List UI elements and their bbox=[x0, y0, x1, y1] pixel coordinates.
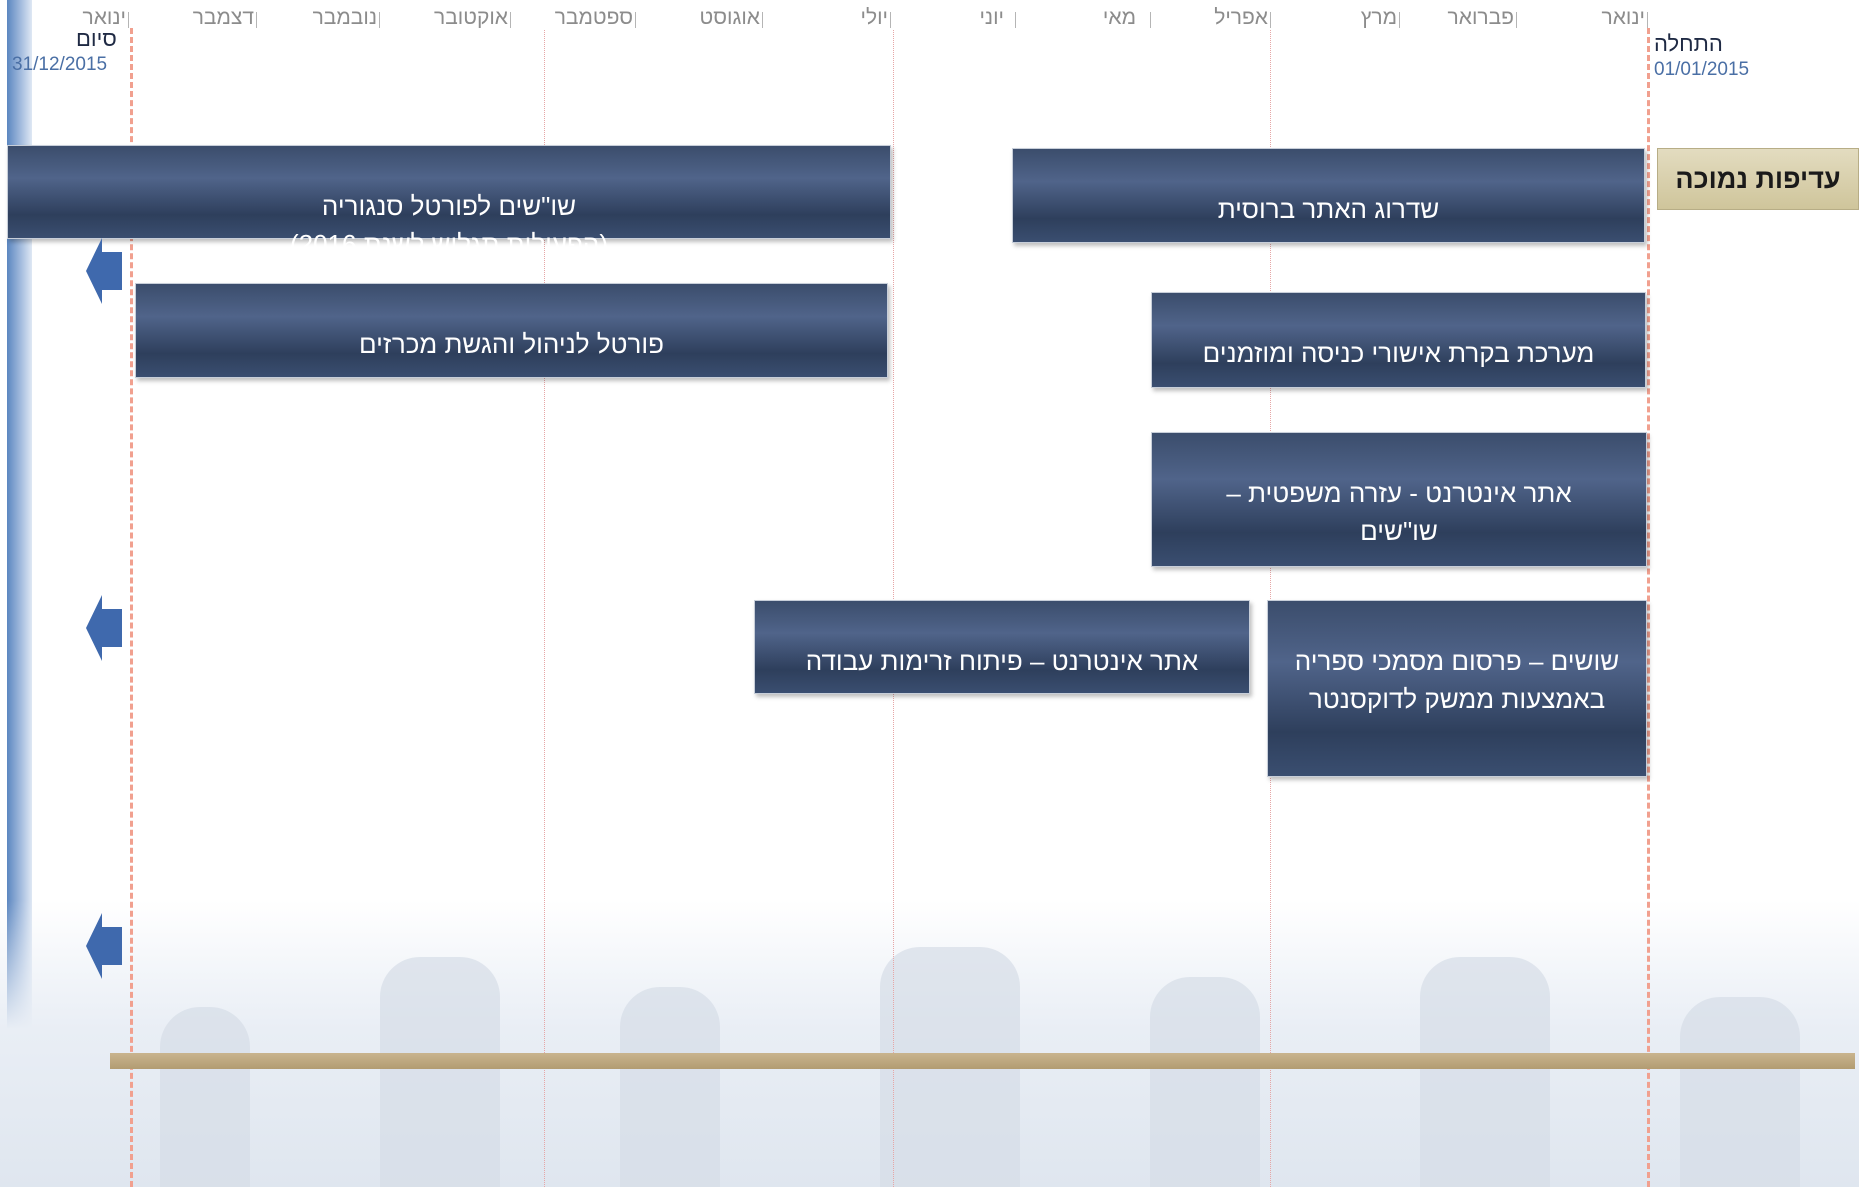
month-label: אוגוסט bbox=[699, 6, 760, 29]
left-arrow-icon bbox=[86, 913, 122, 979]
month-label: ינואר bbox=[1601, 6, 1646, 29]
task-bar[interactable]: שושים – פרסום מסמכי ספריה באמצעות ממשק ל… bbox=[1267, 600, 1647, 777]
month-label: יוני bbox=[979, 6, 1004, 29]
task-bar[interactable]: מערכת בקרת אישורי כניסה ומוזמנים bbox=[1151, 292, 1646, 388]
month-label: יולי bbox=[860, 6, 889, 29]
left-arrow-icon bbox=[86, 238, 122, 304]
month-label: ספטמבר bbox=[554, 6, 633, 29]
month-label: מרץ bbox=[1360, 6, 1397, 29]
task-bar[interactable]: אתר אינטרנט - עזרה משפטית – שו"שים bbox=[1151, 432, 1647, 567]
start-marker-line bbox=[1647, 28, 1650, 1187]
task-label: שושים – פרסום מסמכי ספריה באמצעות ממשק ל… bbox=[1294, 646, 1620, 714]
roadmap-canvas: ינואר דצמבר נובמבר אוקטובר ספטמבר אוגוסט… bbox=[0, 0, 1859, 1187]
task-label: אתר אינטרנט – פיתוח זרימות עבודה bbox=[805, 646, 1199, 676]
task-bar[interactable]: פורטל לניהול והגשת מכרזים bbox=[135, 283, 888, 378]
month-label: אפריל bbox=[1214, 6, 1268, 29]
task-label: פורטל לניהול והגשת מכרזים bbox=[359, 329, 664, 359]
month-label: מאי bbox=[1102, 6, 1136, 29]
task-label: שדרוג האתר ברוסית bbox=[1217, 194, 1440, 224]
month-label: דצמבר bbox=[192, 6, 254, 29]
task-bar[interactable]: שדרוג האתר ברוסית bbox=[1012, 148, 1645, 243]
month-label: נובמבר bbox=[312, 6, 377, 29]
month-label: אוקטובר bbox=[434, 6, 508, 29]
background-crowd bbox=[0, 900, 1859, 1187]
priority-badge: עדיפות נמוכה bbox=[1657, 148, 1859, 210]
month-label: פברואר bbox=[1447, 6, 1514, 29]
task-bar[interactable]: אתר אינטרנט – פיתוח זרימות עבודה bbox=[754, 600, 1250, 694]
task-bar[interactable]: שו"שים לפורטל סנגוריה (הפעילות תגלוש לשנ… bbox=[7, 145, 891, 259]
task-label: אתר אינטרנט - עזרה משפטית – שו"שים bbox=[1226, 478, 1572, 546]
left-arrow-icon bbox=[86, 595, 122, 661]
end-marker-date: 31/12/2015 bbox=[12, 54, 108, 75]
start-marker-date: 01/01/2015 bbox=[1654, 59, 1750, 80]
end-marker-label: סיום bbox=[76, 26, 117, 51]
timeline-axis-bar bbox=[110, 1053, 1855, 1069]
task-label: מערכת בקרת אישורי כניסה ומוזמנים bbox=[1202, 338, 1595, 368]
start-marker-label: התחלה bbox=[1654, 31, 1723, 56]
task-label: שו"שים לפורטל סנגוריה (הפעילות תגלוש לשנ… bbox=[289, 191, 609, 259]
